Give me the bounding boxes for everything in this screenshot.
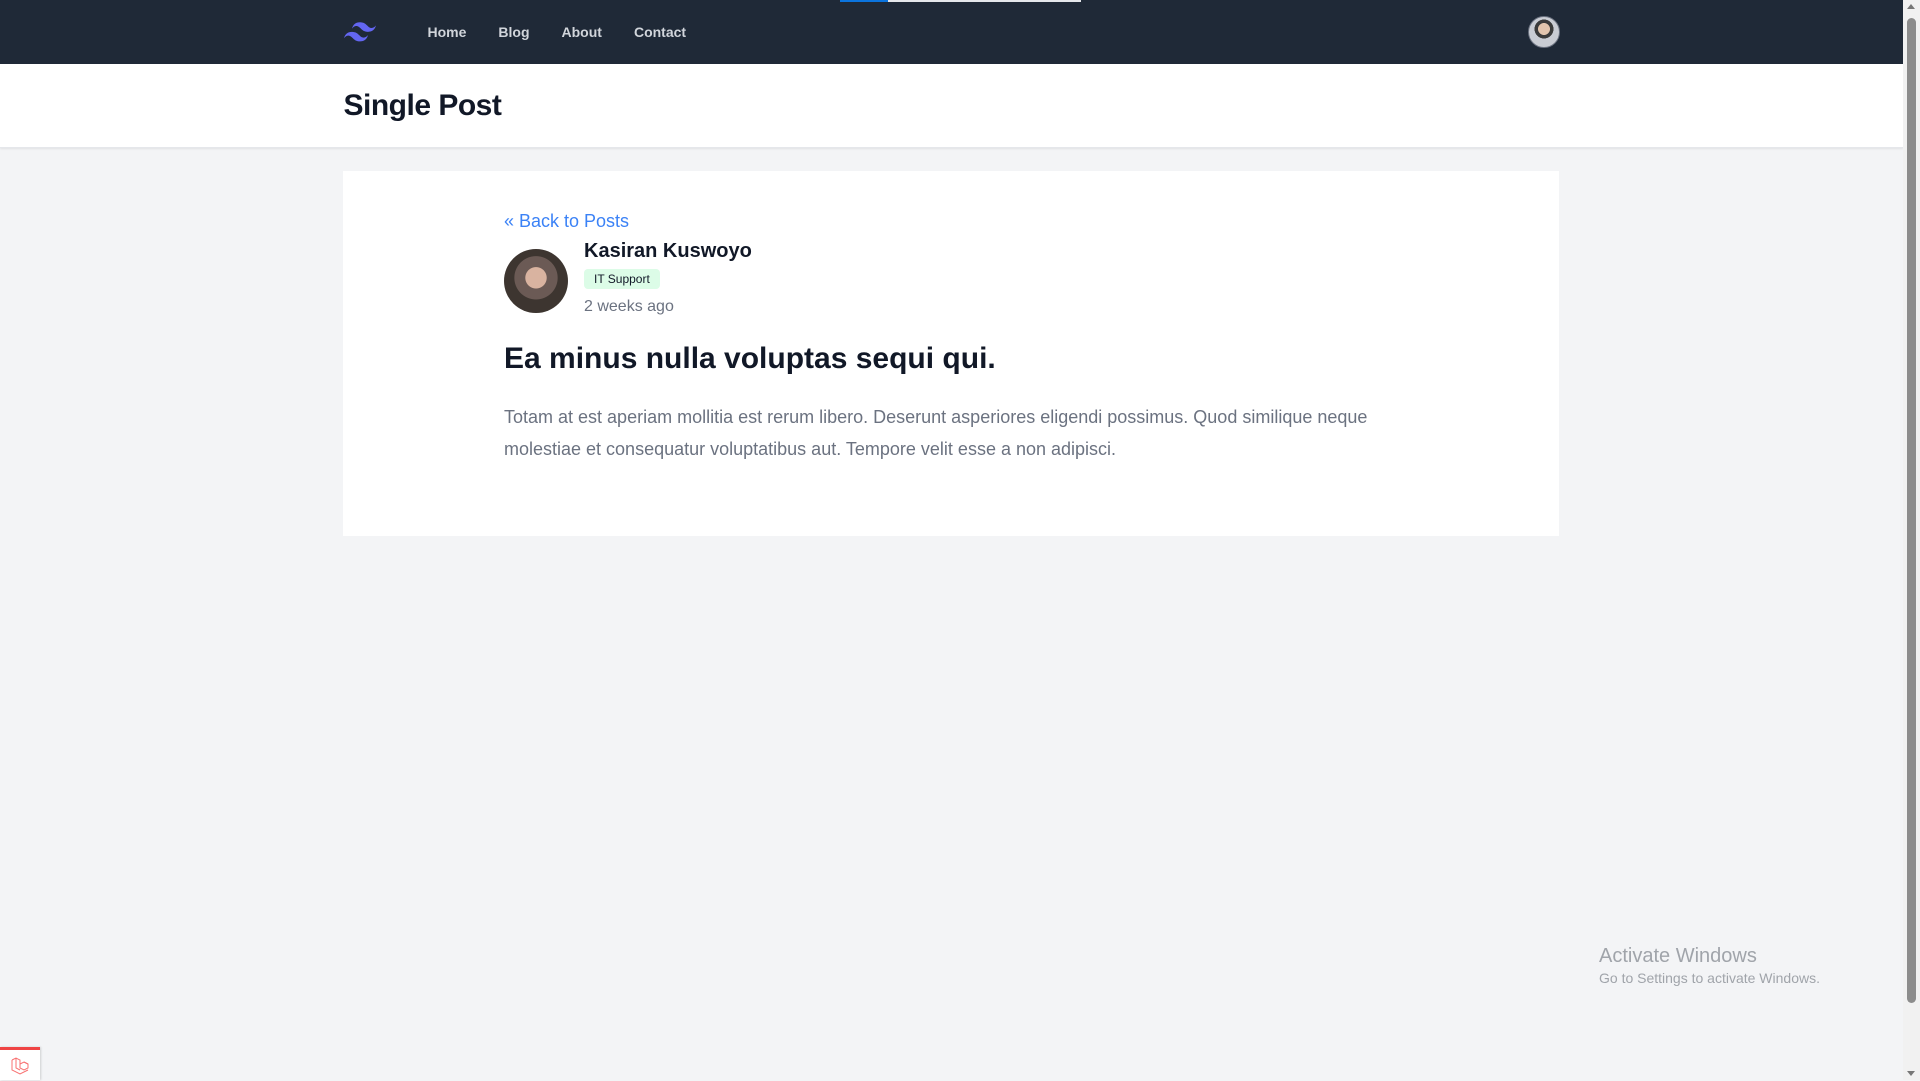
author-avatar [504,249,568,313]
scroll-down-arrow-icon[interactable] [1907,1071,1915,1076]
nav-blog[interactable]: Blog [486,16,541,48]
tailwind-logo-icon[interactable] [343,20,376,44]
back-to-posts-link[interactable]: « Back to Posts [504,207,1384,235]
page-header: Single Post [0,64,1903,148]
user-menu-avatar[interactable] [1527,16,1560,48]
post-title: Ea minus nulla voluptas sequi qui. [504,342,996,375]
watermark-title: Activate Windows [1599,945,1757,967]
nav-home[interactable]: Home [416,16,479,48]
category-badge[interactable]: IT Support [584,269,660,289]
post-time: 2 weeks ago [584,298,674,315]
vertical-scrollbar[interactable] [1903,0,1920,1080]
scroll-up-arrow-icon[interactable] [1907,4,1915,9]
scrollbar-thumb[interactable] [1907,18,1916,1003]
page-title: Single Post [343,89,502,122]
author-name[interactable]: Kasiran Kuswoyo [584,237,752,265]
post-body: Totam at est aperiam mollitia est rerum … [504,407,1368,459]
nav-contact[interactable]: Contact [622,16,698,48]
nav-about[interactable]: About [550,16,614,48]
navbar: Home Blog About Contact [0,0,1903,64]
activate-windows-watermark: Activate Windows Go to Settings to activ… [1599,945,1820,986]
post-card: « Back to Posts Kasiran Kuswoyo IT Suppo… [343,171,1559,536]
page: Home Blog About Contact Single Post « Ba… [0,0,1903,1080]
laravel-logo-icon [11,1057,29,1075]
author-info: Kasiran Kuswoyo IT Support 2 weeks ago [504,237,1384,319]
watermark-subtitle: Go to Settings to activate Windows. [1599,970,1820,986]
debugbar-toggle[interactable] [0,1047,40,1080]
